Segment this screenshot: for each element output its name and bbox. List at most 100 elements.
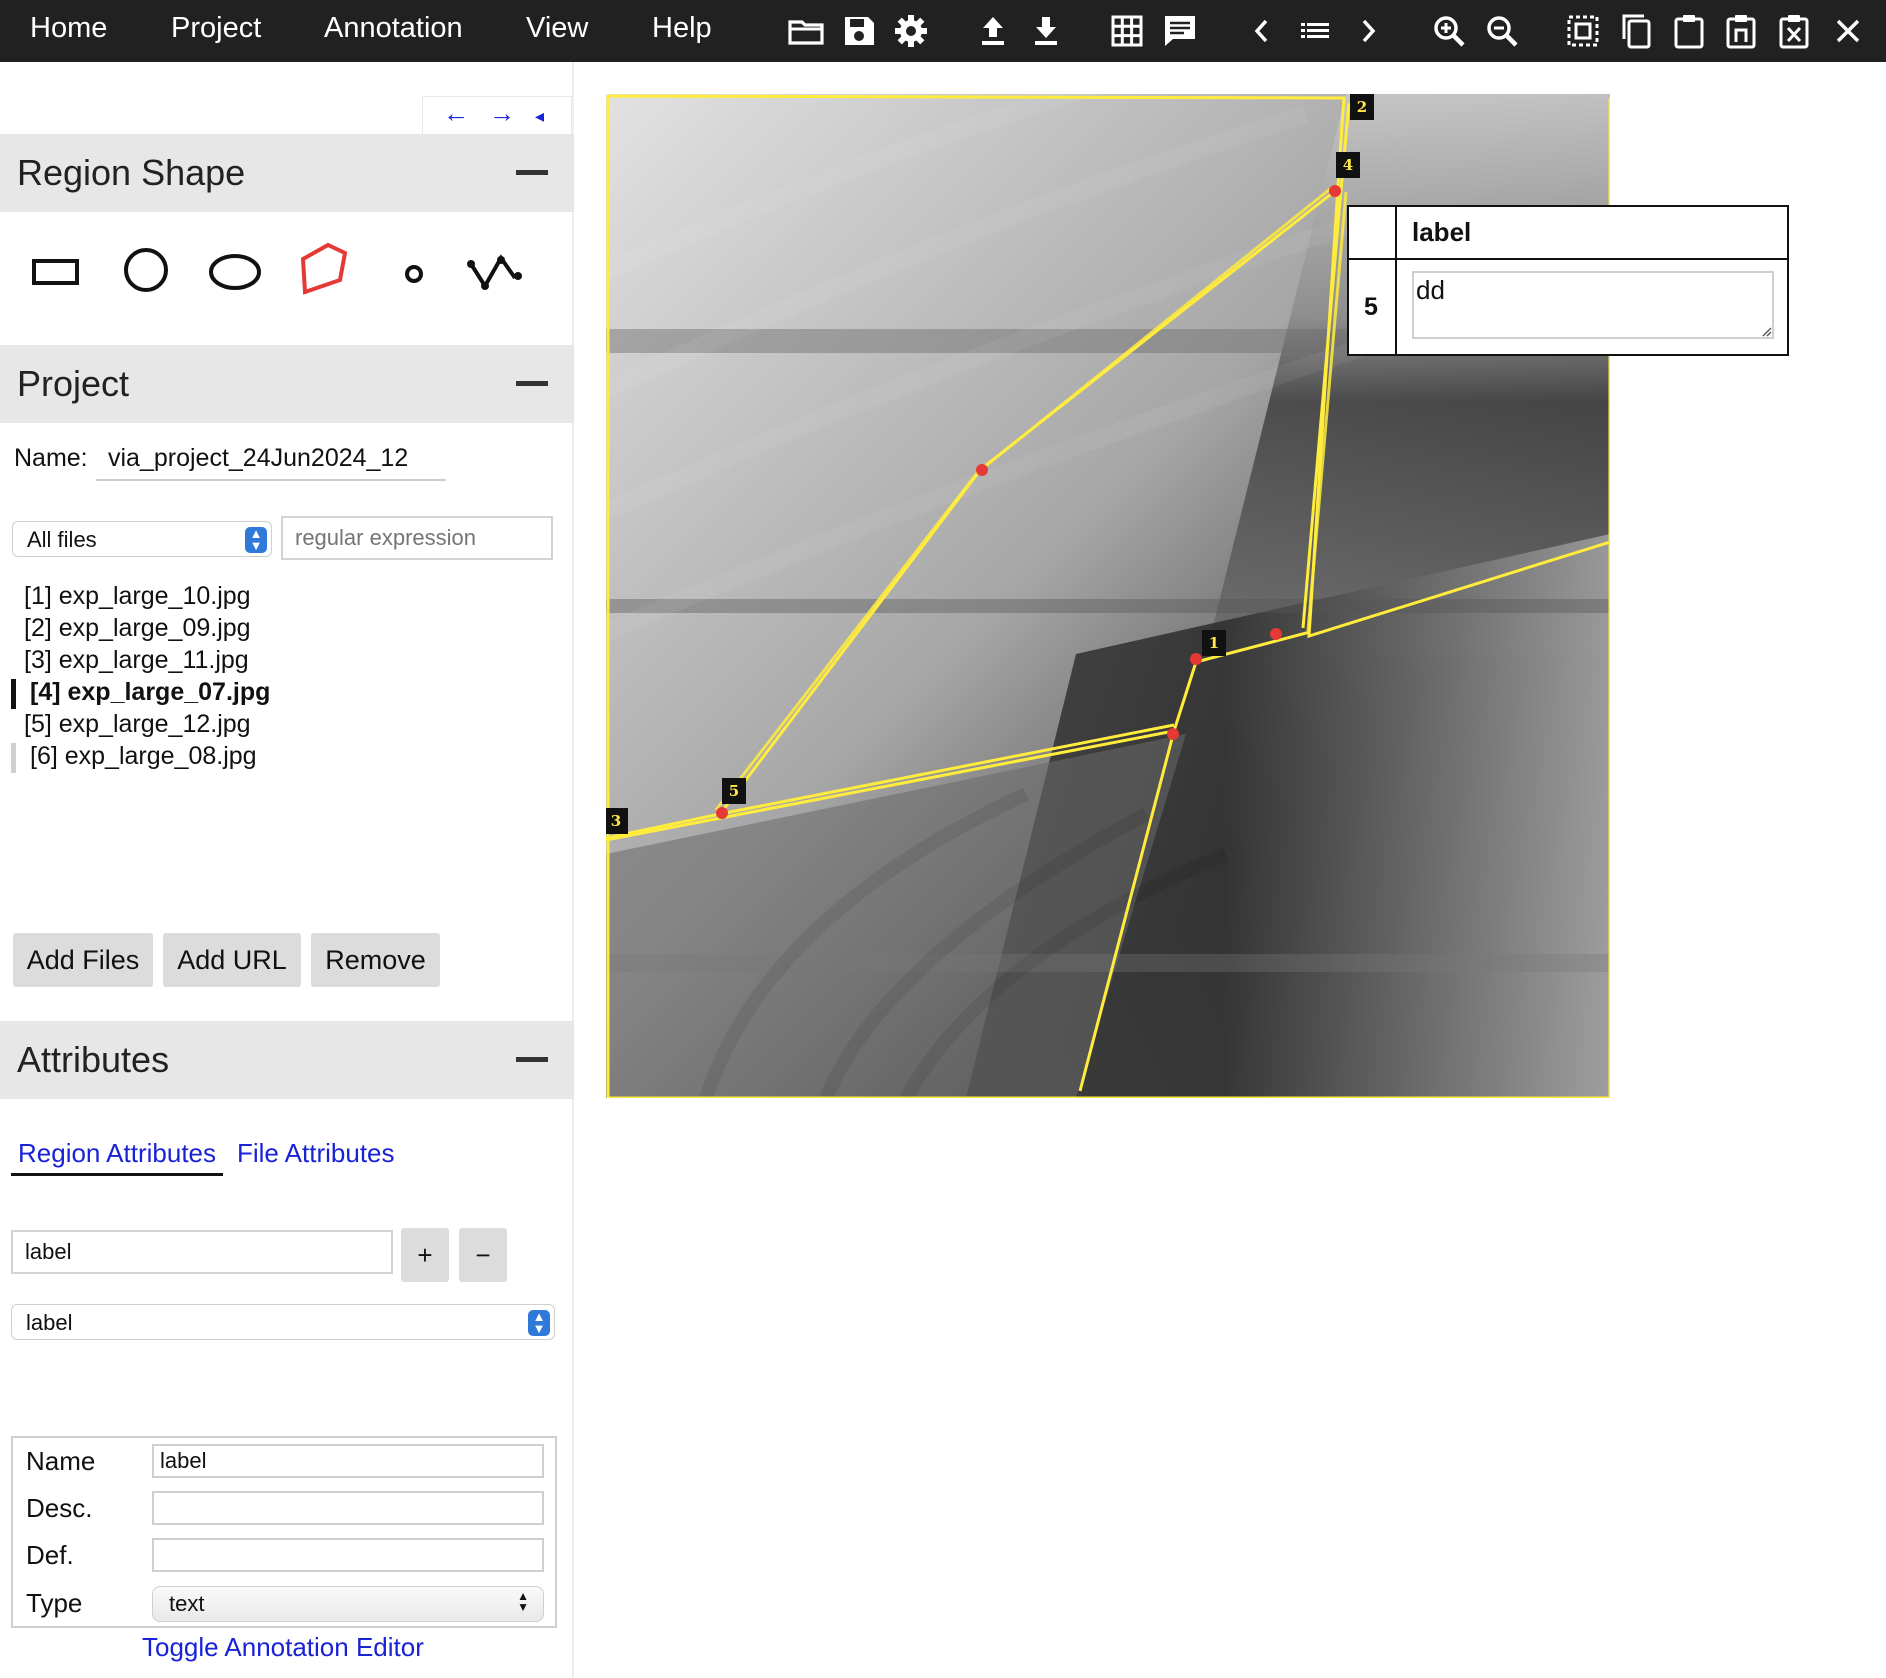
zoom-out-icon[interactable]: [1482, 11, 1522, 51]
file-list-item[interactable]: [6] exp_large_08.jpg: [30, 742, 257, 771]
menu-help[interactable]: Help: [652, 12, 712, 45]
polyline-shape-icon[interactable]: [466, 248, 526, 298]
file-filter-select[interactable]: All files ▲ ▼: [12, 521, 272, 557]
attributes-header[interactable]: Attributes: [0, 1021, 574, 1099]
attr-desc-label: Desc.: [26, 1493, 93, 1523]
region-vertex[interactable]: [1190, 653, 1202, 665]
region-vertex[interactable]: [1167, 728, 1179, 740]
region-id-label[interactable]: 3: [606, 808, 628, 834]
previous-icon[interactable]: [1242, 11, 1282, 51]
close-icon[interactable]: [1828, 11, 1868, 51]
region-id-label[interactable]: 5: [722, 778, 746, 804]
menu-home[interactable]: Home: [30, 12, 107, 45]
file-list-item[interactable]: [1] exp_large_10.jpg: [24, 582, 251, 611]
file-list-item[interactable]: [3] exp_large_11.jpg: [24, 646, 249, 675]
project-header[interactable]: Project: [0, 345, 574, 423]
toggle-annotation-editor-link[interactable]: Toggle Annotation Editor: [142, 1632, 424, 1663]
paste-icon[interactable]: [1669, 11, 1709, 51]
project-title: Project: [17, 363, 130, 404]
delete-icon[interactable]: [1774, 11, 1814, 51]
menu-annotation[interactable]: Annotation: [324, 12, 463, 45]
region-id-label[interactable]: 2: [1350, 94, 1374, 120]
attribute-properties: Name Desc. Def. Type text ▲▼: [11, 1436, 557, 1628]
attr-desc-input[interactable]: [152, 1491, 544, 1525]
file-list-item[interactable]: [5] exp_large_12.jpg: [24, 710, 251, 739]
attribute-select-value: label: [26, 1310, 73, 1335]
region-id-label[interactable]: 1: [1202, 630, 1226, 656]
folder-open-icon[interactable]: [786, 11, 826, 51]
circle-shape-icon[interactable]: [120, 244, 172, 296]
current-file-marker: [11, 679, 16, 709]
attr-def-label: Def.: [26, 1540, 74, 1570]
copy-icon[interactable]: [1616, 11, 1656, 51]
popup-label-textarea[interactable]: [1412, 271, 1774, 339]
attr-name-input[interactable]: [152, 1444, 544, 1478]
attr-type-label: Type: [26, 1588, 83, 1618]
paste-n-icon[interactable]: [1721, 11, 1761, 51]
next-arrow-icon[interactable]: →: [489, 98, 515, 129]
settings-icon[interactable]: [891, 11, 931, 51]
tab-region-attributes[interactable]: Region Attributes: [18, 1138, 216, 1169]
save-icon[interactable]: [839, 11, 879, 51]
select-all-icon[interactable]: [1563, 11, 1603, 51]
collapse-region-shape-icon[interactable]: [516, 170, 548, 175]
remove-file-button[interactable]: Remove: [311, 933, 440, 987]
prev-arrow-icon[interactable]: ←: [443, 98, 469, 129]
project-name-input[interactable]: [96, 437, 446, 481]
select-arrows-icon: ▲ ▼: [245, 527, 267, 553]
file-filter-value: All files: [27, 527, 97, 552]
popup-column-header: label: [1412, 217, 1472, 247]
select-arrows-icon: ▲ ▼: [528, 1310, 550, 1336]
updown-arrow-icon: ▲ ▼: [517, 1589, 529, 1614]
zoom-in-icon[interactable]: [1429, 11, 1469, 51]
attributes-title: Attributes: [17, 1039, 170, 1080]
add-attribute-button[interactable]: +: [401, 1228, 449, 1282]
file-marked-indicator: [11, 743, 16, 773]
top-menu-bar: Home Project Annotation View Help: [0, 0, 1886, 62]
upload-icon[interactable]: [973, 11, 1013, 51]
attr-type-value: text: [169, 1591, 205, 1616]
grid-view-icon[interactable]: [1107, 11, 1147, 51]
attribute-select[interactable]: label ▲ ▼: [11, 1304, 555, 1340]
annotation-editor-popup: label 5: [1347, 205, 1789, 356]
rectangle-shape-icon[interactable]: [30, 252, 82, 292]
panel-nav-arrows: ← → ◂: [422, 96, 572, 136]
region-vertex[interactable]: [1329, 185, 1341, 197]
region-vertex[interactable]: [976, 464, 988, 476]
polygon-shape-icon[interactable]: [292, 238, 356, 302]
ellipse-shape-icon[interactable]: [205, 252, 265, 292]
add-files-button[interactable]: Add Files: [13, 933, 153, 987]
menu-project[interactable]: Project: [171, 12, 261, 45]
add-url-button[interactable]: Add URL: [163, 933, 301, 987]
annotation-editor-icon[interactable]: [1160, 11, 1200, 51]
file-list-item-current[interactable]: [4] exp_large_07.jpg: [30, 678, 270, 707]
tab-file-attributes[interactable]: File Attributes: [237, 1138, 395, 1169]
list-icon[interactable]: [1295, 11, 1335, 51]
next-icon[interactable]: [1348, 11, 1388, 51]
region-shape-header[interactable]: Region Shape: [0, 134, 574, 212]
point-shape-icon[interactable]: [398, 258, 430, 290]
attr-def-input[interactable]: [152, 1538, 544, 1572]
left-sidebar: ← → ◂ Region Shape Project Name: All fil…: [0, 62, 574, 1678]
file-list-item[interactable]: [2] exp_large_09.jpg: [24, 614, 251, 643]
popup-column-divider: [1395, 207, 1397, 354]
download-icon[interactable]: [1026, 11, 1066, 51]
attr-name-label: Name: [26, 1446, 96, 1476]
regex-filter-input[interactable]: [281, 516, 553, 560]
collapse-attributes-icon[interactable]: [516, 1057, 548, 1062]
attr-type-select[interactable]: text ▲ ▼: [152, 1586, 544, 1622]
popup-region-id: 5: [1364, 293, 1378, 321]
collapse-project-icon[interactable]: [516, 381, 548, 386]
region-id-label[interactable]: 4: [1336, 152, 1360, 178]
resize-grip-icon[interactable]: [1760, 325, 1772, 337]
region-shape-title: Region Shape: [17, 152, 246, 193]
new-attribute-input[interactable]: [11, 1230, 393, 1274]
remove-attribute-button[interactable]: −: [459, 1228, 507, 1282]
region-vertex[interactable]: [1270, 628, 1282, 640]
collapse-panel-icon[interactable]: ◂: [535, 106, 544, 127]
project-name-label: Name:: [14, 444, 88, 472]
menu-view[interactable]: View: [526, 12, 588, 45]
active-tab-underline: [11, 1173, 223, 1176]
popup-header-divider: [1349, 258, 1787, 260]
region-vertex[interactable]: [716, 807, 728, 819]
